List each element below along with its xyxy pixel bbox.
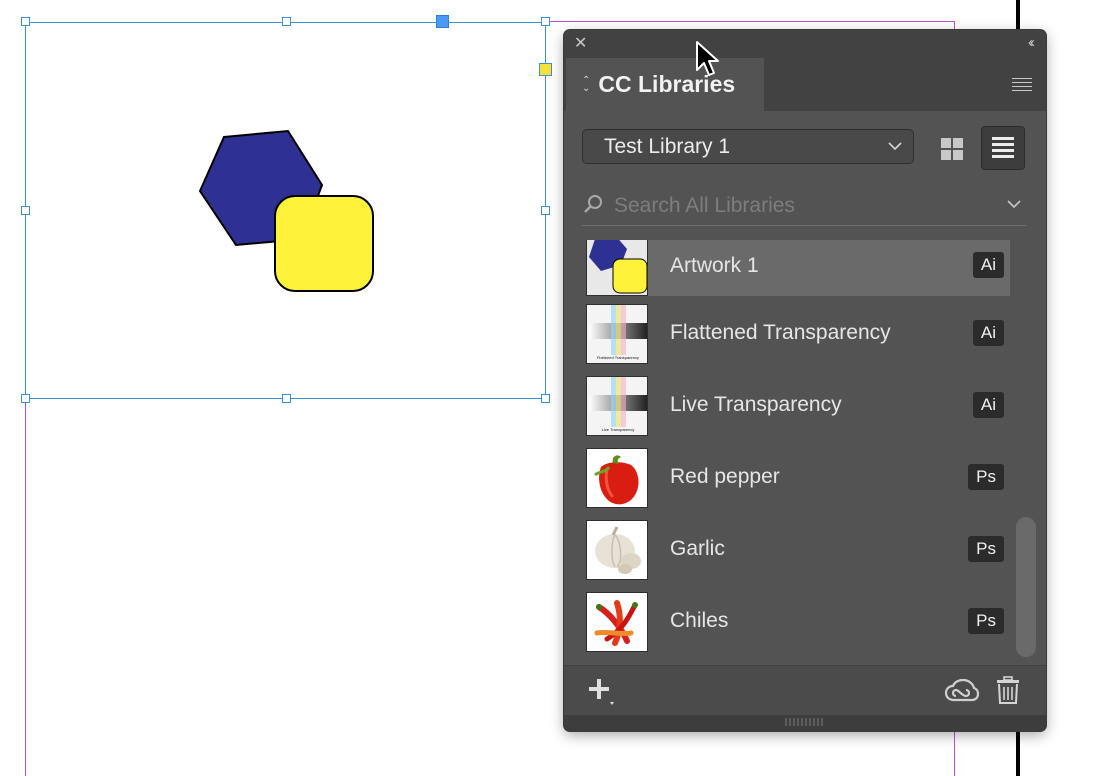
creative-cloud-sync-icon[interactable] bbox=[944, 678, 980, 704]
panel-resize-strip bbox=[564, 715, 1046, 731]
flattened-transparency-thumbnail: Flattened Transparency bbox=[586, 304, 648, 364]
panel-tabbar: ⌃ ⌄ CC Libraries bbox=[564, 58, 1046, 111]
item-name: Chiles bbox=[670, 609, 729, 632]
tab-reorder-icon[interactable]: ⌃ ⌄ bbox=[582, 75, 590, 93]
chiles-thumbnail bbox=[586, 592, 648, 652]
item-name: Artwork 1 bbox=[670, 254, 759, 277]
add-icon[interactable] bbox=[586, 676, 616, 706]
trash-icon[interactable] bbox=[996, 676, 1020, 704]
frame-handle-middle-right[interactable] bbox=[541, 206, 550, 215]
list-item-flattened-transparency[interactable]: Flattened Transparency Flattened Transpa… bbox=[586, 302, 1010, 366]
item-name: Live Transparency bbox=[670, 393, 842, 416]
list-view-icon bbox=[992, 137, 1014, 158]
item-type-badge: Ps bbox=[968, 608, 1004, 634]
garlic-thumbnail bbox=[586, 520, 648, 580]
chevron-down-icon[interactable] bbox=[1006, 196, 1022, 212]
mouse-pointer-icon bbox=[696, 41, 719, 76]
margin-guide-top bbox=[546, 21, 955, 22]
thumb-caption: Live Transparency bbox=[601, 427, 635, 432]
live-transparency-thumbnail: Live Transparency bbox=[586, 376, 648, 436]
library-dropdown[interactable]: Test Library 1 bbox=[582, 129, 914, 164]
thumb-caption: Flattened Transparency bbox=[596, 355, 640, 360]
list-item-red-pepper[interactable]: Red pepper Ps bbox=[586, 446, 1010, 510]
artwork-thumbnail bbox=[586, 240, 648, 296]
collapse-icon[interactable]: ‹‹ bbox=[1028, 35, 1035, 51]
item-type-badge: Ps bbox=[968, 536, 1004, 562]
search-icon bbox=[584, 195, 602, 213]
list-item-artwork-1[interactable]: Artwork 1 Ai bbox=[586, 240, 1010, 296]
grid-view-icon[interactable] bbox=[934, 131, 970, 167]
yellow-rounded-square bbox=[274, 195, 374, 292]
item-type-badge: Ps bbox=[968, 464, 1004, 490]
tab-cc-libraries[interactable]: ⌃ ⌄ CC Libraries bbox=[566, 58, 764, 111]
frame-handle-bottom-left[interactable] bbox=[21, 394, 30, 403]
placed-artwork[interactable] bbox=[198, 129, 378, 294]
red-pepper-thumbnail bbox=[586, 448, 648, 508]
panel-menu-icon[interactable] bbox=[1012, 78, 1032, 92]
item-type-badge: Ai bbox=[972, 320, 1004, 346]
selected-graphic-frame[interactable] bbox=[25, 22, 546, 399]
chevron-down-icon bbox=[888, 142, 902, 151]
panel-footer bbox=[564, 665, 1046, 716]
frame-handle-middle-left[interactable] bbox=[21, 206, 30, 215]
frame-handle-bottom-right[interactable] bbox=[541, 394, 550, 403]
search-bar[interactable] bbox=[582, 188, 1026, 226]
close-icon[interactable]: ✕ bbox=[574, 36, 590, 52]
item-name: Flattened Transparency bbox=[670, 321, 891, 344]
item-type-badge: Ai bbox=[972, 392, 1004, 418]
list-item-garlic[interactable]: Garlic Ps bbox=[586, 518, 1010, 582]
list-item-chiles[interactable]: Chiles Ps bbox=[586, 590, 1010, 654]
frame-handle-top-right[interactable] bbox=[541, 17, 550, 26]
frame-handle-top-left[interactable] bbox=[21, 17, 30, 26]
library-items-list[interactable]: Artwork 1 Ai Flattened Transparency Flat… bbox=[564, 240, 1046, 665]
list-item-live-transparency[interactable]: Live Transparency Live Transparency Ai bbox=[586, 374, 1010, 438]
library-dropdown-value: Test Library 1 bbox=[604, 134, 731, 158]
frame-out-port[interactable] bbox=[539, 63, 552, 76]
frame-handle-bottom-center[interactable] bbox=[282, 394, 291, 403]
cc-libraries-panel: ✕ ‹‹ ⌃ ⌄ CC Libraries Test Library 1 Sea… bbox=[564, 30, 1046, 731]
item-type-badge: Ai bbox=[972, 252, 1004, 278]
panel-titlebar[interactable]: ✕ ‹‹ bbox=[564, 30, 1046, 58]
scrollbar-thumb[interactable] bbox=[1016, 517, 1036, 657]
resize-grip-icon[interactable] bbox=[784, 717, 824, 727]
search-input[interactable] bbox=[612, 188, 996, 224]
frame-handle-top-center[interactable] bbox=[282, 17, 291, 26]
frame-handle-content-grabber[interactable] bbox=[436, 15, 449, 28]
item-name: Red pepper bbox=[670, 465, 780, 488]
list-view-button[interactable] bbox=[981, 126, 1025, 170]
item-name: Garlic bbox=[670, 537, 725, 560]
